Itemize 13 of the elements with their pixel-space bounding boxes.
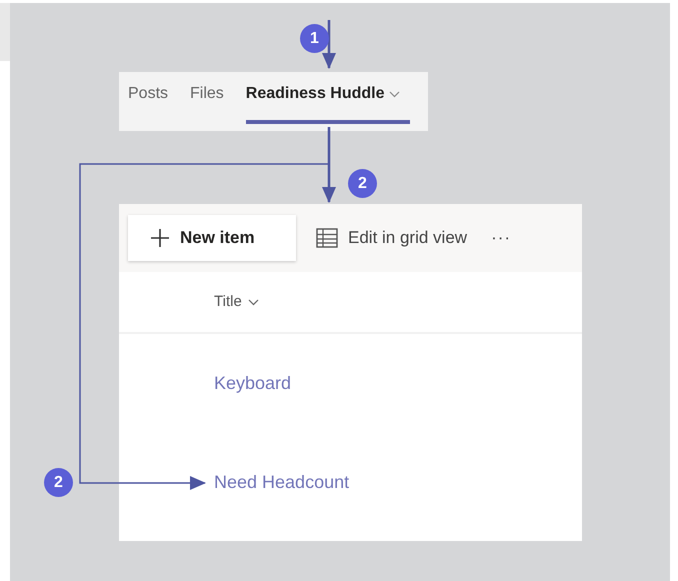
tab[interactable]: Readiness Huddle [246,82,410,124]
grid-icon [316,228,338,248]
plus-icon [150,228,170,248]
list-item-link[interactable]: Keyboard [214,370,292,397]
list-item-link[interactable]: Need Headcount [214,469,350,496]
tab[interactable]: Posts [128,82,178,116]
grid-view-button[interactable]: Edit in grid view [316,225,468,251]
new-item-button[interactable]: New item [128,215,296,261]
arrow [322,20,336,69]
chevron-icon [248,298,259,306]
tab[interactable]: Files [190,82,234,116]
column-header[interactable]: Title [214,290,259,314]
more-button[interactable]: ··· [487,225,516,251]
